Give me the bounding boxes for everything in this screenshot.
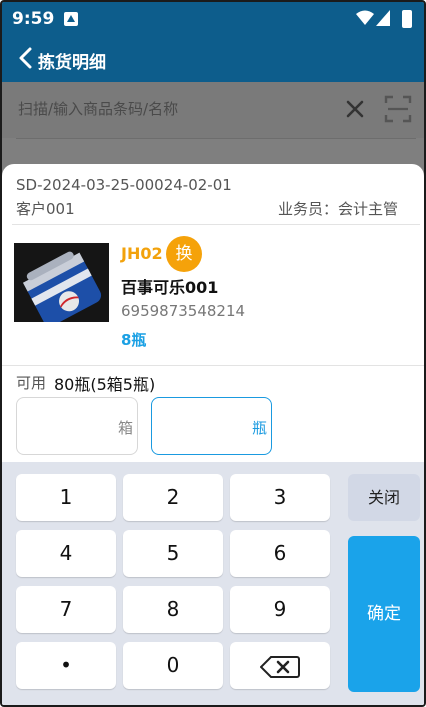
product-barcode: 6959873548214 bbox=[121, 302, 246, 320]
key-8[interactable]: 8 bbox=[123, 586, 223, 633]
key-9[interactable]: 9 bbox=[230, 586, 330, 633]
backspace-button[interactable] bbox=[230, 642, 330, 689]
swap-button[interactable]: 换 bbox=[166, 236, 202, 272]
status-time: 9:59 bbox=[12, 9, 55, 29]
app-notification-icon bbox=[64, 12, 78, 26]
confirm-button[interactable]: 确定 bbox=[348, 536, 420, 692]
numeric-keypad: 1 2 3 关闭 4 5 6 7 8 9 • 0 确定 bbox=[2, 462, 424, 705]
key-2[interactable]: 2 bbox=[123, 474, 223, 521]
box-unit-label: 箱 bbox=[117, 419, 133, 437]
app-header: 拣货明细 bbox=[2, 36, 424, 82]
bottle-quantity-input[interactable]: 瓶 bbox=[151, 397, 272, 455]
signal-icon bbox=[376, 10, 390, 26]
box-quantity-input[interactable]: 箱 bbox=[16, 397, 138, 455]
key-5[interactable]: 5 bbox=[123, 530, 223, 577]
available-label: 可用 bbox=[16, 374, 47, 392]
pick-quantity: 8瓶 bbox=[121, 331, 147, 349]
product-image bbox=[14, 243, 109, 322]
app-frame: 9:59 拣货明细 SD-2024-03-25-00024-02-01 客户00… bbox=[0, 0, 426, 707]
divider bbox=[16, 138, 416, 139]
product-code: JH02 bbox=[121, 244, 163, 263]
back-arrow-icon[interactable] bbox=[16, 46, 36, 70]
key-dot[interactable]: • bbox=[16, 642, 116, 689]
divider bbox=[12, 224, 420, 225]
backspace-icon bbox=[260, 655, 300, 678]
close-icon[interactable] bbox=[344, 98, 366, 120]
customer-name: 客户001 bbox=[16, 200, 75, 218]
key-6[interactable]: 6 bbox=[230, 530, 330, 577]
product-name: 百事可乐001 bbox=[121, 278, 219, 297]
pick-quantity-popup: SD-2024-03-25-00024-02-01 客户001 业务员：会计主管… bbox=[2, 164, 424, 705]
search-bar bbox=[2, 82, 424, 138]
wifi-icon bbox=[356, 10, 374, 25]
key-3[interactable]: 3 bbox=[230, 474, 330, 521]
status-bar: 9:59 bbox=[2, 2, 424, 36]
key-7[interactable]: 7 bbox=[16, 586, 116, 633]
search-input[interactable] bbox=[18, 94, 328, 124]
bottle-unit-label: 瓶 bbox=[251, 419, 267, 437]
scan-icon[interactable] bbox=[384, 94, 412, 124]
key-1[interactable]: 1 bbox=[16, 474, 116, 521]
divider bbox=[2, 365, 424, 366]
battery-icon bbox=[402, 10, 412, 28]
order-number: SD-2024-03-25-00024-02-01 bbox=[16, 176, 232, 194]
available-value: 80瓶(5箱5瓶) bbox=[54, 375, 156, 394]
salesman: 业务员：会计主管 bbox=[277, 200, 398, 218]
key-4[interactable]: 4 bbox=[16, 530, 116, 577]
key-0[interactable]: 0 bbox=[123, 642, 223, 689]
close-button[interactable]: 关闭 bbox=[348, 474, 420, 521]
page-title: 拣货明细 bbox=[38, 53, 106, 73]
